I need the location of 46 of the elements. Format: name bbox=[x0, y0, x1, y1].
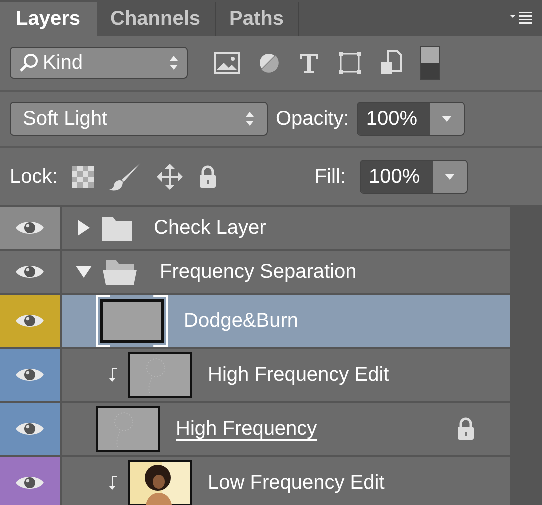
layer-thumbnail bbox=[96, 295, 168, 347]
eye-icon[interactable] bbox=[15, 366, 45, 384]
blend-mode-value: Soft Light bbox=[23, 107, 109, 132]
opacity-label: Opacity: bbox=[276, 107, 350, 132]
smart-object-icon[interactable] bbox=[380, 50, 402, 76]
eye-icon[interactable] bbox=[15, 420, 45, 438]
image-icon[interactable] bbox=[214, 52, 240, 74]
checker-icon[interactable] bbox=[72, 166, 94, 188]
visibility-toggle[interactable] bbox=[0, 207, 62, 249]
visibility-toggle[interactable] bbox=[0, 457, 62, 505]
layer-name: Dodge&Burn bbox=[184, 309, 299, 334]
move-icon[interactable] bbox=[156, 162, 184, 190]
layer-thumbnail bbox=[128, 352, 192, 398]
updown-icon bbox=[245, 111, 255, 127]
transform-icon[interactable] bbox=[338, 51, 362, 75]
visibility-toggle[interactable] bbox=[0, 349, 62, 401]
eye-icon[interactable] bbox=[15, 474, 45, 492]
panel-menu-icon[interactable] bbox=[510, 12, 532, 24]
filter-switch[interactable] bbox=[420, 46, 440, 80]
layer-name: High Frequency Edit bbox=[208, 363, 390, 388]
eye-icon[interactable] bbox=[15, 263, 45, 281]
half-circle-icon[interactable] bbox=[258, 52, 280, 74]
search-icon bbox=[19, 53, 39, 73]
eye-icon[interactable] bbox=[15, 312, 45, 330]
layer-name: High Frequency bbox=[176, 417, 318, 442]
layer-name: Check Layer bbox=[154, 216, 266, 241]
lock-label: Lock: bbox=[10, 164, 58, 190]
type-icon[interactable] bbox=[298, 52, 320, 74]
scrollbar-track[interactable] bbox=[510, 207, 542, 505]
visibility-toggle[interactable] bbox=[0, 403, 62, 455]
layer-name: Low Frequency Edit bbox=[208, 471, 385, 496]
visibility-toggle[interactable] bbox=[0, 295, 62, 347]
layer-row[interactable]: Dodge&Burn bbox=[0, 295, 510, 349]
brush-icon[interactable] bbox=[108, 162, 142, 192]
folder-icon bbox=[102, 215, 132, 241]
fill-label: Fill: bbox=[314, 164, 346, 190]
folder-icon bbox=[102, 258, 138, 286]
blend-mode-dropdown[interactable]: Soft Light bbox=[10, 102, 268, 136]
updown-icon bbox=[169, 55, 179, 71]
lock-icon[interactable] bbox=[198, 164, 218, 188]
eye-icon[interactable] bbox=[15, 219, 45, 237]
layer-thumbnail bbox=[96, 406, 160, 452]
filter-value: Kind bbox=[43, 51, 84, 76]
panel-tab[interactable]: Layers bbox=[0, 2, 96, 36]
layer-name: Frequency Separation bbox=[160, 260, 357, 285]
filter-dropdown[interactable]: Kind bbox=[10, 47, 188, 79]
